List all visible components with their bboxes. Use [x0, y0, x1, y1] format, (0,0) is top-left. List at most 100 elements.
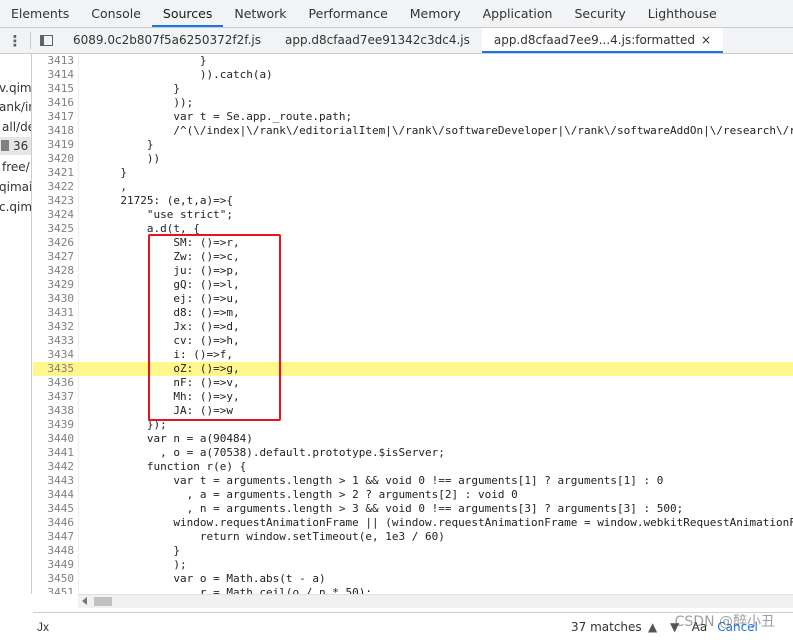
line-number[interactable]: 3430: [33, 292, 75, 306]
file-tab[interactable]: app.d8cfaad7ee91342c3dc4.js: [273, 28, 482, 53]
line-number[interactable]: 3451: [33, 586, 75, 594]
code-line: 3429 gQ: ()=>l,: [33, 278, 793, 292]
line-number[interactable]: 3436: [33, 376, 75, 390]
code-text: 21725: (e,t,a)=>{: [93, 194, 233, 207]
code-line: 3430 ej: ()=>u,: [33, 292, 793, 306]
line-number[interactable]: 3427: [33, 250, 75, 264]
code-line: 3445 , n = arguments.length > 3 && void …: [33, 502, 793, 516]
code-line: 3421 }: [33, 166, 793, 180]
navigator-item[interactable]: all/de: [2, 120, 31, 134]
code-line: 3450 var o = Math.abs(t - a): [33, 572, 793, 586]
code-line: 3416 ));: [33, 96, 793, 110]
tab-memory[interactable]: Memory: [399, 0, 472, 27]
line-number[interactable]: 3442: [33, 460, 75, 474]
code-text: return window.setTimeout(e, 1e3 / 60): [93, 530, 445, 543]
line-number[interactable]: 3444: [33, 488, 75, 502]
tab-console[interactable]: Console: [80, 0, 152, 27]
line-number[interactable]: 3429: [33, 278, 75, 292]
line-number[interactable]: 3449: [33, 558, 75, 572]
scroll-left-icon[interactable]: [82, 597, 87, 605]
navigator-item[interactable]: v.qima: [0, 81, 31, 95]
code-text: cv: ()=>h,: [93, 334, 240, 347]
line-number[interactable]: 3435: [33, 362, 75, 376]
navigator-item[interactable]: ank/in: [0, 100, 31, 114]
code-editor[interactable]: 3413 } 3414 )).catch(a) 3415 } 3416 )); 3417…: [33, 54, 793, 594]
previous-match-icon[interactable]: ▲: [642, 620, 664, 634]
code-text: ej: ()=>u,: [93, 292, 240, 305]
line-number[interactable]: 3415: [33, 82, 75, 96]
line-number[interactable]: 3426: [33, 236, 75, 250]
tab-sources[interactable]: Sources: [151, 0, 224, 27]
line-number[interactable]: 3443: [33, 474, 75, 488]
tab-elements[interactable]: Elements: [0, 0, 80, 27]
line-number[interactable]: 3432: [33, 320, 75, 334]
line-number[interactable]: 3421: [33, 166, 75, 180]
code-line: 3438 JA: ()=>w: [33, 404, 793, 418]
code-text: , o = a(70538).default.prototype.$isServ…: [93, 446, 445, 459]
navigator-item[interactable]: c.qimi: [0, 200, 31, 214]
scrollbar-thumb[interactable]: [94, 597, 112, 606]
navigator-item[interactable]: qimai.: [0, 180, 31, 194]
line-number[interactable]: 3441: [33, 446, 75, 460]
file-tab[interactable]: 6089.0c2b807f5a6250372f2f.js: [61, 28, 273, 53]
line-number[interactable]: 3448: [33, 544, 75, 558]
tab-performance[interactable]: Performance: [298, 0, 399, 27]
horizontal-scrollbar[interactable]: [78, 594, 793, 608]
line-number[interactable]: 3447: [33, 530, 75, 544]
line-number[interactable]: 3416: [33, 96, 75, 110]
code-line: 3442 function r(e) {: [33, 460, 793, 474]
code-line: 3443 var t = arguments.length > 1 && voi…: [33, 474, 793, 488]
line-number[interactable]: 3450: [33, 572, 75, 586]
line-number[interactable]: 3446: [33, 516, 75, 530]
line-number[interactable]: 3422: [33, 180, 75, 194]
code-text: )): [93, 152, 161, 165]
code-text: var o = Math.abs(t - a): [93, 572, 326, 585]
navigator-item[interactable]: free/: [2, 160, 30, 174]
code-line: 3428 ju: ()=>p,: [33, 264, 793, 278]
line-number[interactable]: 3438: [33, 404, 75, 418]
line-number[interactable]: 3431: [33, 306, 75, 320]
line-number[interactable]: 3414: [33, 68, 75, 82]
code-text: , r = Math.ceil(o / n * 50);: [93, 586, 373, 594]
line-number[interactable]: 3417: [33, 110, 75, 124]
close-tab-icon[interactable]: ×: [701, 33, 711, 47]
code-text: window.requestAnimationFrame || (window.…: [93, 516, 793, 529]
code-text: gQ: ()=>l,: [93, 278, 240, 291]
code-line: 3441 , o = a(70538).default.prototype.$i…: [33, 446, 793, 460]
tab-application[interactable]: Application: [472, 0, 564, 27]
code-text: oZ: ()=>g,: [93, 362, 240, 375]
file-tab[interactable]: app.d8cfaad7ee9...4.js:formatted ×: [481, 28, 724, 53]
tab-security[interactable]: Security: [563, 0, 636, 27]
tab-lighthouse[interactable]: Lighthouse: [637, 0, 728, 27]
code-line: 3451 , r = Math.ceil(o / n * 50);: [33, 586, 793, 594]
line-number[interactable]: 3439: [33, 418, 75, 432]
tab-network[interactable]: Network: [223, 0, 297, 27]
line-number[interactable]: 3433: [33, 334, 75, 348]
toggle-navigator-button[interactable]: [31, 28, 61, 53]
code-text: SM: ()=>r,: [93, 236, 240, 249]
line-number[interactable]: 3419: [33, 138, 75, 152]
line-number[interactable]: 3423: [33, 194, 75, 208]
line-number[interactable]: 3420: [33, 152, 75, 166]
code-line: 3419 }: [33, 138, 793, 152]
navigator-item-selected[interactable]: 36: [0, 139, 28, 153]
line-number[interactable]: 3418: [33, 124, 75, 138]
code-text: )).catch(a): [93, 68, 273, 81]
line-number[interactable]: 3437: [33, 390, 75, 404]
code-text: , n = arguments.length > 3 && void 0 !==…: [93, 502, 684, 515]
line-number[interactable]: 3428: [33, 264, 75, 278]
line-number[interactable]: 3425: [33, 222, 75, 236]
sidebar-toggle-icon: [39, 35, 53, 46]
line-number[interactable]: 3424: [33, 208, 75, 222]
search-input[interactable]: [33, 619, 553, 634]
code-text: }: [93, 82, 180, 95]
code-line: 3424 "use strict";: [33, 208, 793, 222]
line-number[interactable]: 3440: [33, 432, 75, 446]
code-text: }: [93, 54, 207, 67]
line-number[interactable]: 3434: [33, 348, 75, 362]
line-number[interactable]: 3413: [33, 54, 75, 68]
line-number[interactable]: 3445: [33, 502, 75, 516]
code-text: d8: ()=>m,: [93, 306, 240, 319]
code-line: 3432 Jx: ()=>d,: [33, 320, 793, 334]
more-options-icon[interactable]: ⋮: [0, 28, 30, 53]
